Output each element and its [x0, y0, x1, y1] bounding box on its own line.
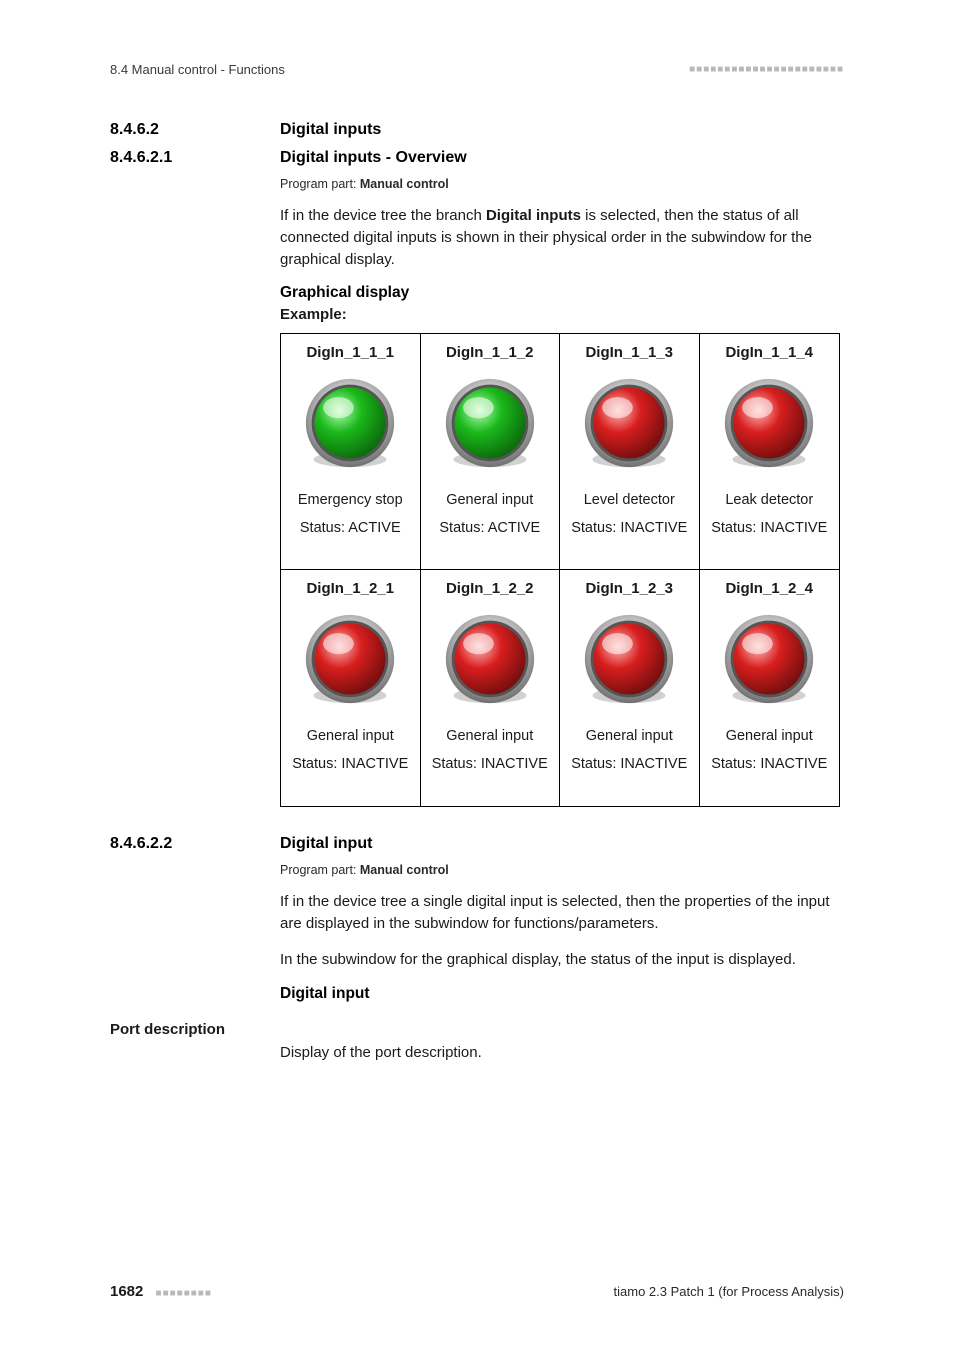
input-paragraph-1: If in the device tree a single digital i…	[280, 891, 844, 935]
digital-input-status: Status: INAC­TIVE	[711, 755, 827, 775]
port-description-row: Port description	[110, 1021, 844, 1038]
program-part-line: Program part: Manual control	[280, 177, 844, 191]
digital-input-status: Status: INAC­TIVE	[571, 755, 687, 775]
digital-input-cell: DigIn_1_1_1 Emergency stop Status: ACTIVE	[281, 334, 421, 570]
program-part-value: Manual control	[360, 863, 449, 877]
digital-input-id: DigIn_1_1_4	[725, 344, 813, 361]
graphical-display-heading: Graphical display	[280, 284, 844, 302]
section-title: Digital inputs - Overview	[280, 149, 467, 167]
overview-paragraph: If in the device tree the branch Digital…	[280, 205, 844, 270]
digital-input-status: Status: INAC­TIVE	[571, 519, 687, 539]
digital-input-label: General input	[446, 727, 533, 747]
digital-input-label: General input	[726, 727, 813, 747]
section-digital-input: 8.4.6.2.2 Digital input	[110, 835, 844, 853]
status-lamp-inactive-icon	[721, 375, 817, 471]
program-part-prefix: Program part:	[280, 177, 360, 191]
status-lamp-inactive-icon	[581, 611, 677, 707]
status-lamp-active-icon	[302, 375, 398, 471]
digital-input-id: DigIn_1_1_2	[446, 344, 534, 361]
digital-input-status: Status: ACTIVE	[300, 519, 401, 539]
digital-input-label: Level detector	[584, 491, 675, 511]
example-label: Example:	[280, 306, 844, 323]
digital-input-status: Status: INAC­TIVE	[292, 755, 408, 775]
digital-input-id: DigIn_1_2_2	[446, 580, 534, 597]
digital-input-cell: DigIn_1_2_1 General input Status: INAC­TI…	[281, 570, 421, 806]
page-number-value: 1682	[110, 1283, 143, 1300]
footer-product: tiamo 2.3 Patch 1 (for Process Analysis)	[614, 1284, 844, 1299]
digital-input-label: Leak detector	[725, 491, 813, 511]
section-digital-inputs-overview: 8.4.6.2.1 Digital inputs - Overview	[110, 149, 844, 167]
digital-input-label: Emergency stop	[298, 491, 403, 511]
status-lamp-inactive-icon	[581, 375, 677, 471]
digital-input-label: General input	[446, 491, 533, 511]
section-title: Digital inputs	[280, 121, 381, 139]
port-description-body: Display of the port description.	[280, 1042, 844, 1064]
digital-input-cell: DigIn_1_1_2 General input Status: ACTIVE	[421, 334, 561, 570]
digital-input-id: DigIn_1_2_1	[306, 580, 394, 597]
digital-inputs-grid: DigIn_1_1_1 Emergency stop Status: ACTIVE…	[280, 333, 840, 807]
digital-input-status: Status: ACTIVE	[439, 519, 540, 539]
header-section-path: 8.4 Manual control - Functions	[110, 62, 285, 77]
input-paragraph-2: In the subwindow for the graphical displ…	[280, 949, 844, 971]
status-lamp-inactive-icon	[302, 611, 398, 707]
section-number: 8.4.6.2.1	[110, 149, 280, 167]
program-part-value: Manual control	[360, 177, 449, 191]
digital-input-status: Status: INAC­TIVE	[432, 755, 548, 775]
section-digital-inputs: 8.4.6.2 Digital inputs	[110, 121, 844, 139]
page-number: 1682 ■■■■■■■■	[110, 1283, 212, 1300]
overview-p1-bold: Digital inputs	[486, 207, 581, 224]
digital-input-heading: Digital input	[280, 985, 844, 1003]
digital-input-label: General input	[307, 727, 394, 747]
digital-input-id: DigIn_1_2_4	[725, 580, 813, 597]
port-description-label: Port description	[110, 1021, 280, 1038]
page-footer: 1682 ■■■■■■■■ tiamo 2.3 Patch 1 (for Pro…	[110, 1283, 844, 1300]
digital-input-id: DigIn_1_1_3	[585, 344, 673, 361]
digital-input-cell: DigIn_1_2_2 General input Status: INAC­TI…	[421, 570, 561, 806]
running-header: 8.4 Manual control - Functions ■■■■■■■■■…	[110, 62, 844, 77]
overview-p1-a: If in the device tree the branch	[280, 207, 486, 224]
digital-input-cell: DigIn_1_1_4 Leak detector Status: INAC­TI…	[700, 334, 840, 570]
section-number: 8.4.6.2	[110, 121, 280, 139]
digital-input-cell: DigIn_1_2_3 General input Status: INAC­TI…	[560, 570, 700, 806]
section-title: Digital input	[280, 835, 372, 853]
digital-input-id: DigIn_1_1_1	[306, 344, 394, 361]
digital-input-label: General input	[586, 727, 673, 747]
digital-input-status: Status: INAC­TIVE	[711, 519, 827, 539]
status-lamp-inactive-icon	[721, 611, 817, 707]
digital-input-id: DigIn_1_2_3	[585, 580, 673, 597]
header-dots: ■■■■■■■■■■■■■■■■■■■■■■	[689, 64, 844, 75]
digital-input-cell: DigIn_1_2_4 General input Status: INAC­TI…	[700, 570, 840, 806]
program-part-line: Program part: Manual control	[280, 863, 844, 877]
section-number: 8.4.6.2.2	[110, 835, 280, 853]
digital-input-cell: DigIn_1_1_3 Level detector Status: INAC­T…	[560, 334, 700, 570]
footer-dots: ■■■■■■■■	[156, 1288, 212, 1299]
status-lamp-inactive-icon	[442, 611, 538, 707]
program-part-prefix: Program part:	[280, 863, 360, 877]
status-lamp-active-icon	[442, 375, 538, 471]
